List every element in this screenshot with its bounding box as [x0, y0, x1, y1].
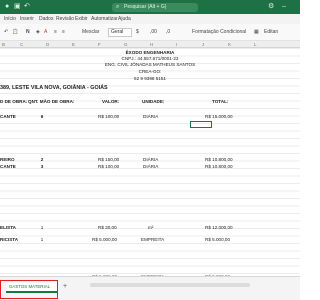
selected-cell[interactable] [190, 121, 212, 128]
company-phone: 62 9 9398 5151 [134, 76, 166, 81]
search-icon: ⌕ [116, 4, 120, 10]
undo-button[interactable]: ↶ [4, 28, 8, 37]
column-header-c[interactable]: C [20, 41, 23, 48]
conditional-format-button[interactable]: Formatação Condicional [192, 28, 246, 37]
settings-icon[interactable]: ⚙ [268, 2, 274, 12]
number-format-value: Geral [111, 29, 124, 35]
tab-exibir[interactable]: Exibir [75, 15, 88, 23]
engineer-name: ENG. CIVIL JÔNADAS MATHEUS SANTOS [104, 62, 196, 67]
header-quantity: QNT. MÃO DE OBRA: [28, 99, 75, 104]
tab-inicio[interactable]: Início [4, 15, 16, 23]
minimize-icon[interactable]: – [282, 2, 286, 12]
row3-qty: 3 [40, 164, 44, 169]
column-header-e[interactable]: E [72, 41, 75, 48]
tab-automatizar[interactable]: Automatizar [91, 15, 118, 23]
row2-unit: DIÁRIA [143, 157, 159, 162]
column-header-k[interactable]: K [228, 41, 231, 48]
search-box[interactable]: ⌕ Pesquisar (Alt + G) [112, 3, 198, 12]
row4-qty: 1 [40, 225, 44, 230]
highlight-annotation [0, 280, 58, 299]
crea-label: CREA-GO: [138, 69, 162, 74]
wrap-merge-button[interactable]: Mesclar [82, 28, 100, 37]
column-header-g[interactable]: G [124, 41, 128, 48]
tab-revisao[interactable]: Revisão [56, 15, 74, 23]
align-center-icon[interactable]: ≡ [62, 28, 65, 37]
column-header-b[interactable]: B [2, 41, 5, 48]
align-left-icon[interactable]: ≡ [54, 28, 57, 37]
row4-value: R$ 30,00 [98, 225, 117, 230]
row3-value: R$ 100,00 [98, 164, 120, 169]
row5-name: RICISTA [0, 237, 19, 242]
column-header-h[interactable]: H [150, 41, 153, 48]
autosave-icon[interactable]: ● [5, 2, 9, 12]
horizontal-scrollbar[interactable] [90, 283, 250, 287]
column-header-f[interactable]: F [98, 41, 101, 48]
number-format-select[interactable]: Geral [108, 28, 132, 37]
undo-icon[interactable]: ↶ [24, 2, 30, 12]
header-total: TOTAL: [212, 99, 229, 104]
row2-name: REIRO [0, 157, 15, 162]
row1-value: R$ 100,00 [98, 114, 120, 119]
tab-dados[interactable]: Dados [39, 15, 53, 23]
row2-value: R$ 150,00 [98, 157, 120, 162]
header-workforce: D DE OBRA: [0, 99, 28, 104]
tab-inserir[interactable]: Inserir [20, 15, 34, 23]
row4-name: ELISTA [0, 225, 16, 230]
row5-total: R$ 5.000,00 [205, 237, 231, 242]
column-header-j[interactable]: J [202, 41, 204, 48]
ribbon-tabs: Início Inserir Dados Revisão Exibir Auto… [0, 14, 300, 24]
row4-unit: m² [148, 225, 154, 230]
row1-unit: DIÁRIA [143, 114, 159, 119]
font-color-icon[interactable]: A [44, 28, 47, 37]
column-header-d[interactable]: D [46, 41, 49, 48]
row5-unit: EMPREITA [141, 237, 165, 242]
row3-total: R$ 10.800,00 [205, 164, 233, 169]
column-header-i[interactable]: I [176, 41, 177, 48]
currency-icon[interactable]: $ [136, 28, 139, 37]
row5-qty: 1 [40, 237, 44, 242]
tab-ajuda[interactable]: Ajuda [118, 15, 131, 23]
title-bar: ● ▣ ↶ ⌕ Pesquisar (Alt + G) ⚙ – [0, 0, 300, 14]
row2-qty: 2 [40, 157, 44, 162]
paste-icon[interactable]: 📋 [12, 28, 18, 37]
fill-color-icon[interactable]: ◈ [36, 28, 40, 37]
header-value: VALOR: [102, 99, 120, 104]
row5-value: R$ 5.000,00 [92, 237, 118, 242]
row1-total: R$ 15.000,00 [205, 114, 233, 119]
bold-button[interactable]: N [26, 28, 30, 37]
row2-total: R$ 10.800,00 [205, 157, 233, 162]
column-header-l[interactable]: L [254, 41, 257, 48]
add-sheet-icon[interactable]: + [63, 282, 67, 292]
ribbon-commands: ↶ 📋 N ◈ A ≡ ≡ Mesclar Geral $ ,00 ,0 For… [0, 24, 300, 41]
header-unit: UNIDADE: [142, 99, 165, 104]
save-icon[interactable]: ▣ [14, 2, 21, 12]
row3-name: CANTE [0, 164, 16, 169]
cell-style-icon[interactable]: ▦ [254, 28, 259, 37]
search-placeholder: Pesquisar (Alt + G) [124, 4, 167, 10]
sheet-grid[interactable]: ÊXODO ENGENHARIA CNPJ.: 44.557.671/0001-… [0, 48, 300, 279]
row1-name: CANTE [0, 114, 16, 119]
row3-unit: DIÁRIA [143, 164, 159, 169]
row1-qty: 6 [40, 114, 44, 119]
company-address: 389, LESTE VILA NOVA, GOIÂNIA - GOIÁS [0, 85, 108, 91]
decimal-decrease-icon[interactable]: ,0 [166, 28, 170, 37]
column-headers: B C D E F G H I J K L [0, 41, 300, 48]
decimal-increase-icon[interactable]: ,00 [150, 28, 157, 37]
edit-button[interactable]: Editan [264, 28, 278, 37]
row4-total: R$ 12.000,00 [205, 225, 233, 230]
